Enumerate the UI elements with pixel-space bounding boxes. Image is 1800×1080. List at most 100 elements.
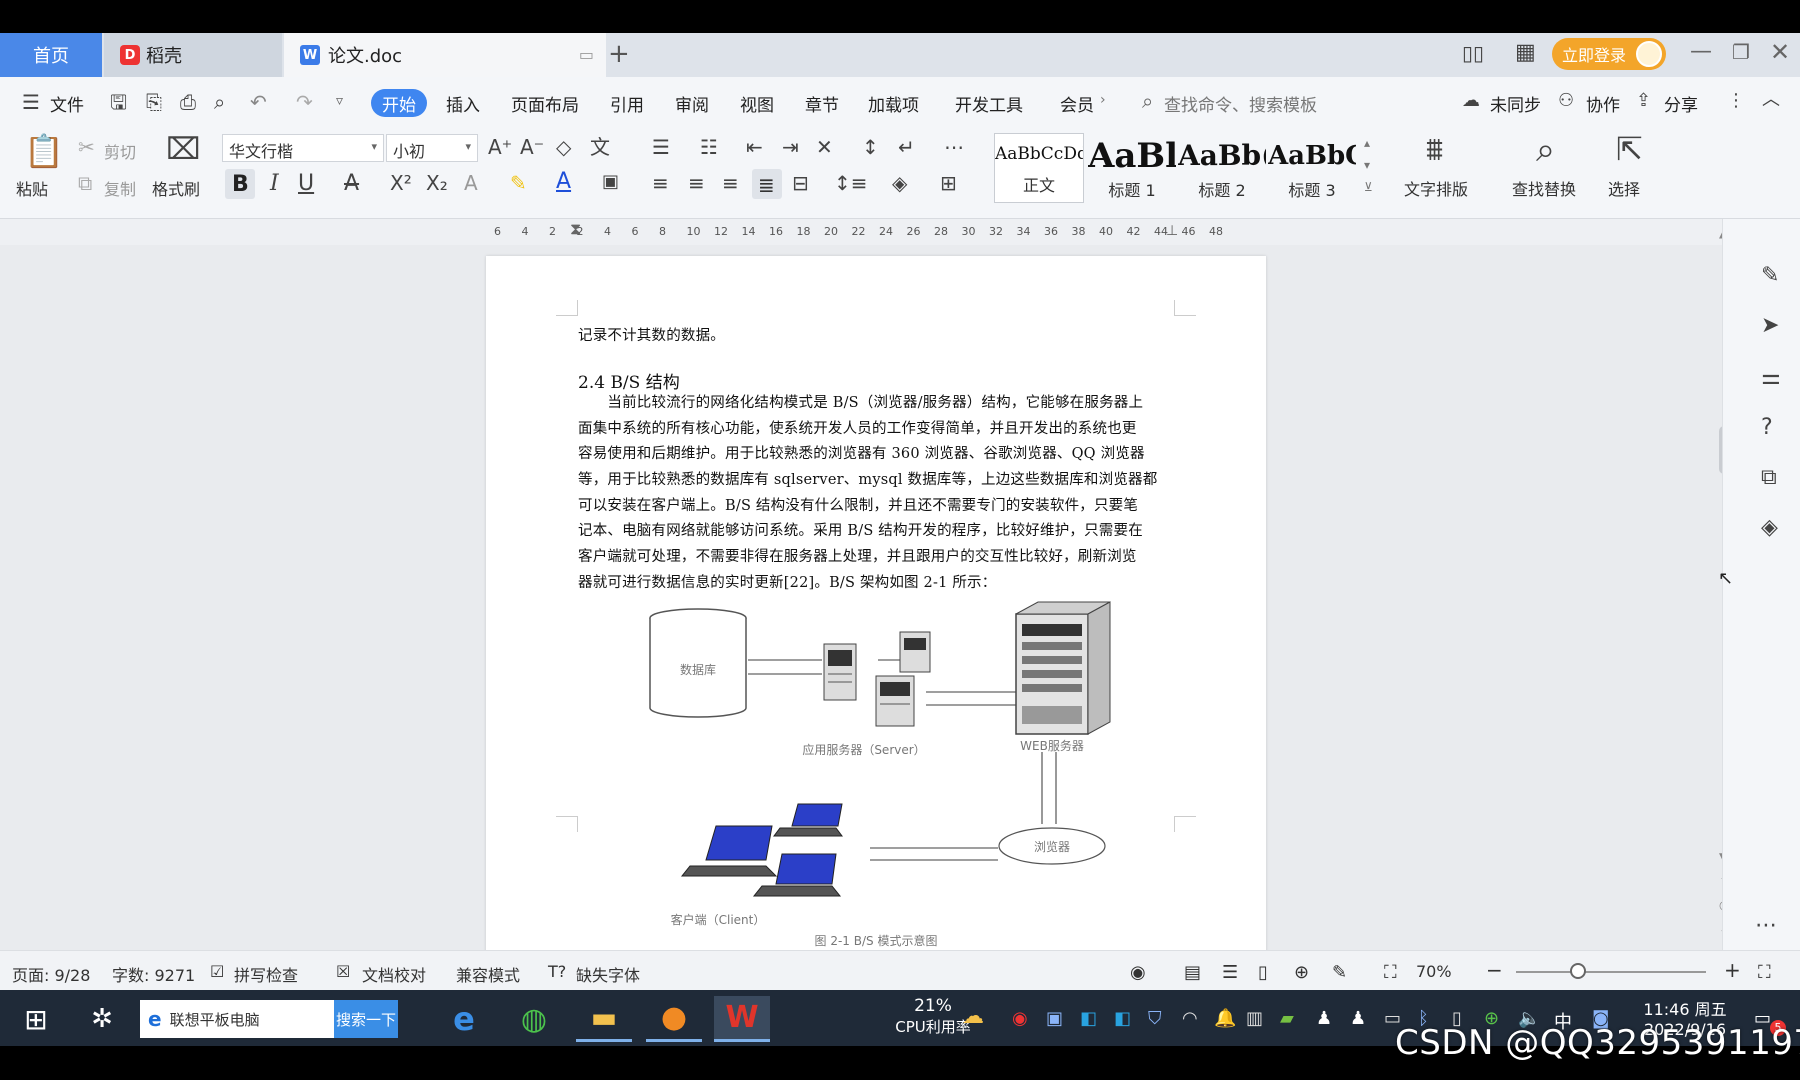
qq-icon[interactable]: ♟ (1316, 1008, 1332, 1029)
font-color-icon[interactable]: A (556, 171, 571, 193)
restore-icon[interactable]: ❐ (1732, 42, 1750, 62)
chinese-layout-icon[interactable]: ✕ (816, 137, 833, 157)
more-menu-chevron-icon[interactable]: › (1100, 93, 1106, 107)
collapse-ribbon-icon[interactable]: ︿ (1762, 91, 1780, 109)
zoom-level[interactable]: 70% (1416, 962, 1452, 981)
text-layout-button[interactable]: 文字排版 (1404, 176, 1468, 200)
menu-review[interactable]: 审阅 (675, 91, 709, 116)
collaborate-button[interactable]: 协作 (1586, 91, 1620, 116)
image-tool-icon[interactable]: ⧉ (1761, 467, 1777, 489)
minimize-icon[interactable]: — (1690, 41, 1712, 63)
zoom-slider-thumb[interactable] (1570, 963, 1586, 979)
outline-view-icon[interactable]: ☰ (1222, 962, 1238, 983)
menu-view[interactable]: 视图 (740, 91, 774, 116)
web-view-icon[interactable]: ⊕ (1294, 962, 1309, 983)
copy-button[interactable]: 复制 (104, 176, 136, 200)
pen-edit-icon[interactable]: ✎ (1761, 265, 1779, 287)
assistant-button[interactable]: ✲ (74, 996, 130, 1042)
menu-chapter[interactable]: 章节 (805, 91, 839, 116)
style-normal[interactable]: AaBbCcDd 正文 (994, 133, 1084, 203)
font-name-select[interactable]: 华文行楷 ▾ (222, 134, 384, 162)
numbered-list-icon[interactable]: ☷ (700, 137, 718, 157)
strikethrough-icon[interactable]: A (344, 173, 359, 195)
hamburger-menu-icon[interactable]: ☰ (22, 92, 40, 112)
justify-button[interactable]: ≣ (752, 169, 782, 199)
increase-indent-icon[interactable]: ⇥ (782, 137, 799, 157)
format-painter-button[interactable]: 格式刷 (152, 176, 200, 200)
superscript-icon[interactable]: X² (390, 173, 412, 193)
styles-scroll-up-icon[interactable]: ▴ (1364, 137, 1370, 149)
increase-font-size-icon[interactable]: A⁺ (488, 137, 512, 157)
format-painter-icon[interactable]: ⌧ (166, 135, 201, 165)
taskbar-app-orange[interactable]: ● (646, 996, 702, 1042)
tab-home[interactable]: 首页 (0, 33, 102, 77)
fit-page-icon[interactable]: ⛶ (1384, 962, 1397, 983)
undo-icon[interactable]: ↶ (250, 92, 267, 112)
line-spacing-icon[interactable]: ↕≡ (834, 173, 868, 193)
nvidia-icon[interactable]: ▰ (1280, 1008, 1294, 1029)
taskbar-wps[interactable]: W (714, 996, 770, 1042)
notification-bell-icon[interactable]: 🔔 (1214, 1008, 1236, 1029)
right-indent-marker-icon[interactable]: ⊥ (1166, 224, 1178, 238)
paste-button[interactable]: 粘贴 (16, 176, 48, 200)
adjust-sliders-icon[interactable]: ⚌ (1761, 367, 1781, 389)
weather-cloud-icon[interactable]: ☁ (962, 1004, 984, 1029)
pointer-icon[interactable]: ➤ (1761, 315, 1779, 337)
apps-grid-icon[interactable]: ▦ (1515, 42, 1536, 64)
new-tab-plus-icon[interactable]: + (608, 41, 630, 67)
distributed-align-icon[interactable]: ⊟ (792, 173, 809, 193)
more-options-icon[interactable]: ⋯ (1755, 915, 1777, 937)
taskbar-360-browser[interactable]: ◍ (506, 996, 562, 1042)
tab-document[interactable]: W 论文.doc ▭ (284, 33, 606, 77)
taskbar-file-explorer[interactable]: ▬ (576, 996, 632, 1042)
menu-file[interactable]: 文件 (50, 91, 84, 116)
show-paragraph-marks-icon[interactable]: ↵ (898, 137, 915, 157)
subscript-icon[interactable]: X₂ (426, 173, 448, 193)
menu-references[interactable]: 引用 (610, 91, 644, 116)
tray-app-c-icon[interactable]: ◧ (1080, 1008, 1097, 1029)
decrease-font-size-icon[interactable]: A⁻ (520, 137, 544, 157)
bold-button[interactable]: B (225, 169, 255, 199)
shading-icon[interactable]: ◈ (892, 173, 907, 193)
write-mode-icon[interactable]: ✎ (1332, 962, 1347, 983)
borders-icon[interactable]: ⊞ (940, 173, 957, 193)
qq-icon-2[interactable]: ♟ (1350, 1008, 1366, 1029)
missing-font-button[interactable]: 缺失字体 (576, 962, 640, 986)
styles-scroll-down-icon[interactable]: ▾ (1364, 159, 1370, 171)
character-border-icon[interactable]: ▣ (602, 173, 619, 191)
align-left-icon[interactable]: ≡ (652, 173, 669, 193)
location-compass-icon[interactable]: ◈ (1761, 517, 1778, 539)
text-effect-icon[interactable]: A (464, 173, 478, 193)
export-icon[interactable]: ⎘ (146, 92, 162, 112)
zoom-out-icon[interactable]: − (1486, 958, 1503, 982)
more-vertical-icon[interactable]: ⋮ (1727, 92, 1745, 110)
proofread-button[interactable]: 文档校对 (362, 962, 426, 986)
paste-icon[interactable]: 📋 (24, 135, 64, 167)
phonetic-guide-icon[interactable]: 文 (590, 137, 610, 157)
save-icon[interactable]: 🖫 (110, 92, 127, 112)
spell-check-button[interactable]: 拼写检查 (234, 962, 298, 986)
sort-icon[interactable]: ↕ (862, 137, 879, 157)
zoom-slider-track[interactable] (1516, 971, 1706, 973)
underline-icon[interactable]: U (298, 173, 314, 195)
indent-marker-icon[interactable]: ⧗ (570, 221, 581, 237)
menu-insert[interactable]: 插入 (446, 91, 480, 116)
print-preview-icon[interactable]: ⌕ (214, 92, 225, 112)
horizontal-ruler[interactable]: 6 4 2 2 4 6 8 10 12 14 16 18 20 22 24 26 28 30 32 34 36 38 40 4… (0, 219, 1740, 245)
menu-home-start[interactable]: 开始 (371, 89, 427, 117)
select-button[interactable]: 选择 (1608, 176, 1640, 200)
menu-page-layout[interactable]: 页面布局 (511, 91, 579, 116)
redo-icon[interactable]: ↷ (296, 92, 313, 112)
wifi-icon[interactable]: ◠ (1182, 1008, 1198, 1029)
styles-expand-icon[interactable]: ⊻ (1364, 181, 1373, 193)
cut-button[interactable]: 剪切 (104, 139, 136, 163)
monitor-icon[interactable]: ▭ (579, 45, 594, 64)
share-button[interactable]: 分享 (1664, 91, 1698, 116)
tab-daoke[interactable]: D 稻壳 (104, 33, 282, 77)
clear-format-icon[interactable]: ◇ (556, 137, 571, 157)
login-button[interactable]: 立即登录 (1552, 38, 1666, 70)
find-replace-button[interactable]: 查找替换 (1512, 176, 1576, 200)
quick-access-dropdown-icon[interactable]: ▿ (336, 94, 343, 108)
menu-member[interactable]: 会员 (1060, 91, 1094, 116)
close-icon[interactable]: ✕ (1770, 40, 1790, 64)
